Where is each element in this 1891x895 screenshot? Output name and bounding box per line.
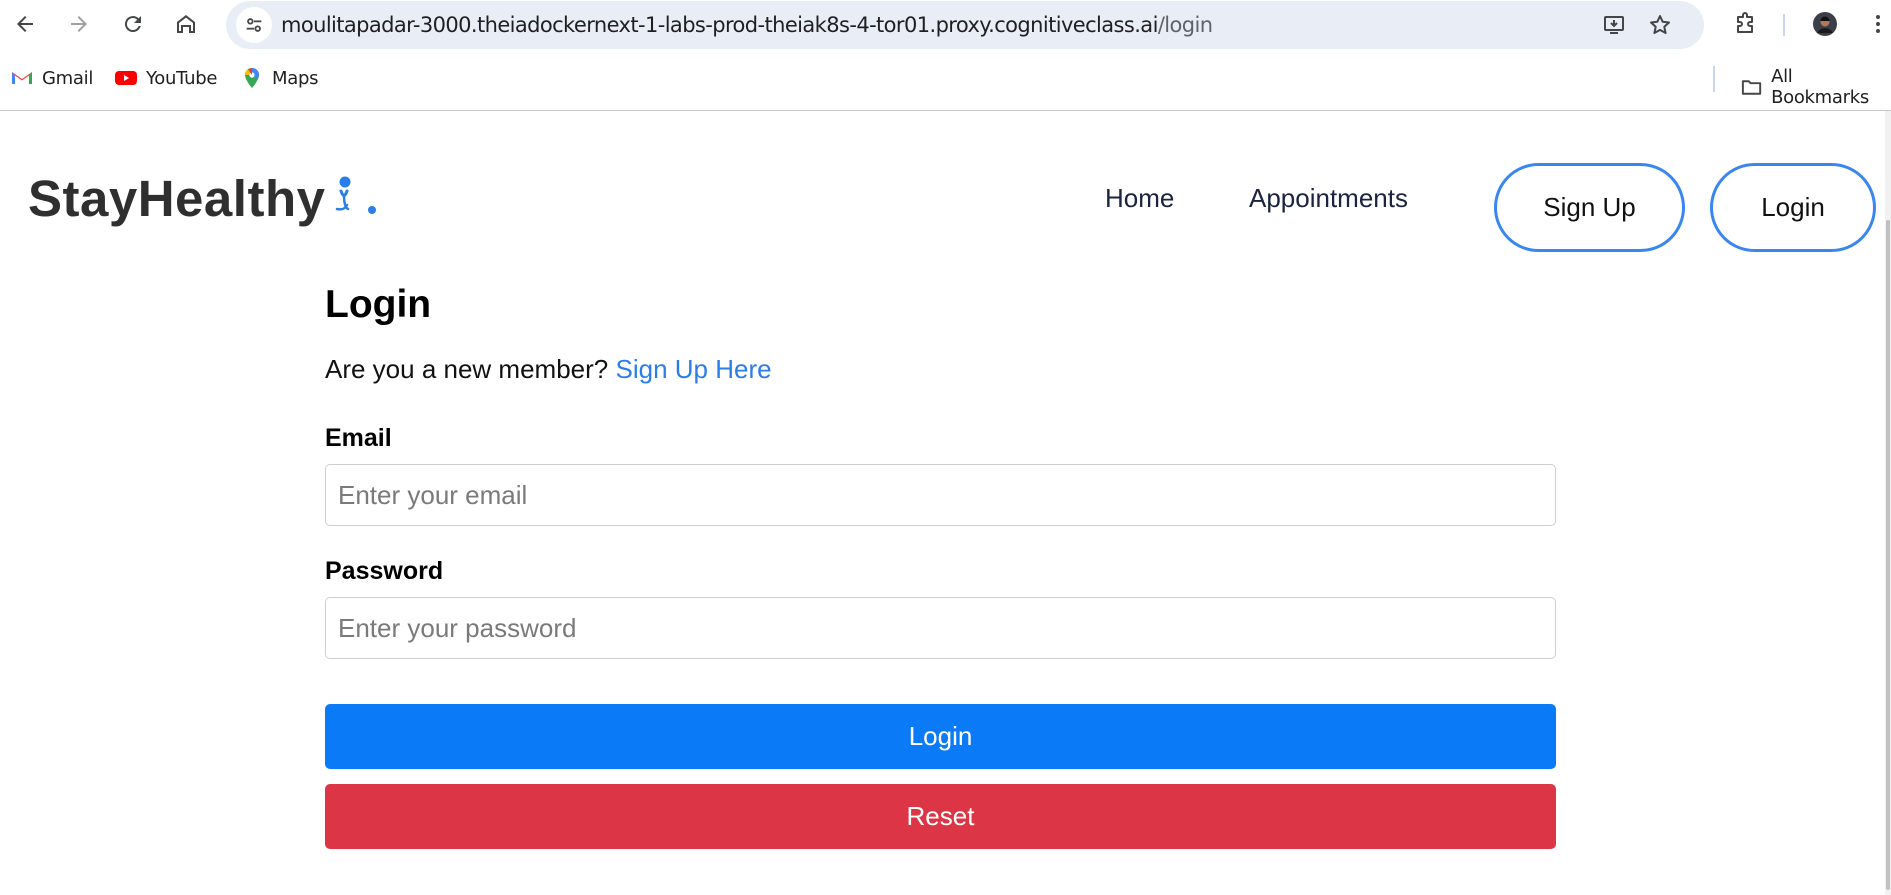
page-content: StayHealthy Home Appointments Sign Up Lo… bbox=[0, 111, 1891, 895]
email-label: Email bbox=[325, 424, 392, 452]
browser-toolbar: moulitapadar-3000.theiadockernext-1-labs… bbox=[0, 0, 1891, 49]
page-title: Login bbox=[325, 283, 432, 326]
bookmarks-bar: Gmail YouTube Maps All Bookmarks bbox=[0, 58, 1891, 108]
email-field[interactable] bbox=[325, 464, 1556, 526]
all-bookmarks-label: All Bookmarks bbox=[1771, 66, 1869, 108]
back-icon[interactable] bbox=[7, 6, 43, 42]
url-text[interactable]: moulitapadar-3000.theiadockernext-1-labs… bbox=[281, 13, 1213, 37]
bookmark-label: Gmail bbox=[42, 67, 94, 89]
header-signup-button[interactable]: Sign Up bbox=[1494, 163, 1685, 252]
scrollbar-thumb[interactable] bbox=[1886, 220, 1890, 890]
bookmark-label: Maps bbox=[272, 67, 319, 89]
extensions-icon[interactable] bbox=[1727, 6, 1763, 42]
reset-button[interactable]: Reset bbox=[325, 784, 1556, 849]
bookmark-youtube[interactable]: YouTube bbox=[114, 66, 217, 90]
maps-icon bbox=[245, 68, 259, 88]
member-prompt: Are you a new member? Sign Up Here bbox=[325, 354, 772, 385]
password-label: Password bbox=[325, 557, 444, 585]
menu-kebab-icon[interactable] bbox=[1860, 6, 1891, 42]
bookmark-gmail[interactable]: Gmail bbox=[10, 66, 93, 90]
password-field[interactable] bbox=[325, 597, 1556, 659]
forward-icon[interactable] bbox=[61, 6, 97, 42]
signup-here-link[interactable]: Sign Up Here bbox=[615, 354, 771, 384]
address-bar[interactable]: moulitapadar-3000.theiadockernext-1-labs… bbox=[226, 1, 1704, 49]
bookmark-star-icon[interactable] bbox=[1642, 7, 1678, 43]
bookmark-maps[interactable]: Maps bbox=[240, 66, 318, 90]
url-path: /login bbox=[1157, 13, 1213, 37]
youtube-icon bbox=[115, 71, 137, 85]
folder-icon bbox=[1741, 80, 1762, 95]
home-icon[interactable] bbox=[168, 6, 204, 42]
header-login-button[interactable]: Login bbox=[1710, 163, 1876, 252]
member-prompt-text: Are you a new member? bbox=[325, 354, 609, 384]
gmail-icon bbox=[12, 72, 32, 84]
nav-appointments[interactable]: Appointments bbox=[1249, 183, 1408, 214]
bookmarks-divider bbox=[1713, 66, 1715, 92]
install-app-icon[interactable] bbox=[1596, 7, 1632, 43]
site-info-icon[interactable] bbox=[236, 7, 272, 43]
nav-home[interactable]: Home bbox=[1105, 183, 1174, 214]
stethoscope-logo-icon bbox=[335, 176, 376, 214]
profile-avatar-icon[interactable] bbox=[1807, 6, 1843, 42]
toolbar-divider bbox=[1783, 14, 1785, 36]
url-host: moulitapadar-3000.theiadockernext-1-labs… bbox=[281, 13, 1158, 37]
reload-icon[interactable] bbox=[115, 6, 151, 42]
site-logo[interactable]: StayHealthy bbox=[28, 169, 325, 228]
all-bookmarks[interactable]: All Bookmarks bbox=[1740, 66, 1891, 108]
bookmark-label: YouTube bbox=[146, 67, 218, 89]
login-button[interactable]: Login bbox=[325, 704, 1556, 769]
